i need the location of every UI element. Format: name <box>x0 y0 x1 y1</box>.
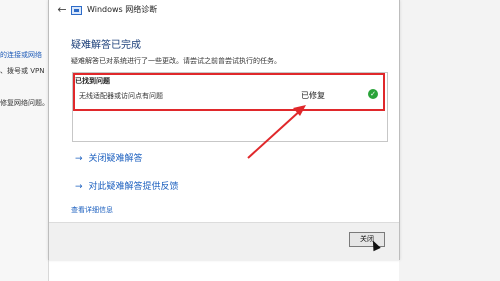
close-troubleshooter-link[interactable]: → 关闭疑难解答 <box>75 151 143 164</box>
bg-item-connection[interactable]: 的连接或网络 <box>0 50 42 60</box>
view-details-link[interactable]: 查看详细信息 <box>71 205 113 215</box>
page-description: 疑难解答已对系统进行了一些更改。请尝试之前曾尝试执行的任务。 <box>71 57 281 65</box>
bg-item-repair: 修复网络问题。 <box>0 99 49 107</box>
problems-found-label: 已找到问题 <box>75 77 110 85</box>
network-diagnostics-dialog: ← Windows 网络诊断 疑难解答已完成 疑难解答已对系统进行了一些更改。请… <box>48 0 400 261</box>
page-heading: 疑难解答已完成 <box>71 40 141 51</box>
right-arrow-icon: → <box>75 182 83 192</box>
window-title: Windows 网络诊断 <box>87 5 158 14</box>
check-icon: ✓ <box>368 89 378 99</box>
right-arrow-icon: → <box>75 154 83 164</box>
feedback-label: 对此疑难解答提供反馈 <box>88 182 179 192</box>
bg-item-dialup: 、拨号或 VPN <box>0 67 45 75</box>
background-window: 的连接或网络 、拨号或 VPN 修复网络问题。 <box>0 0 49 281</box>
close-troubleshooter-label: 关闭疑难解答 <box>88 154 143 164</box>
dialog-footer: 关闭 <box>49 222 399 261</box>
problem-status: 已修复 <box>301 91 325 100</box>
back-arrow-icon[interactable]: ← <box>55 3 69 17</box>
title-bar: ← Windows 网络诊断 <box>49 0 399 22</box>
network-diagnostics-icon <box>71 6 82 15</box>
desktop-background <box>399 0 500 281</box>
problem-text: 无线适配器或访问点有问题 <box>79 92 163 100</box>
feedback-link[interactable]: → 对此疑难解答提供反馈 <box>75 179 179 192</box>
